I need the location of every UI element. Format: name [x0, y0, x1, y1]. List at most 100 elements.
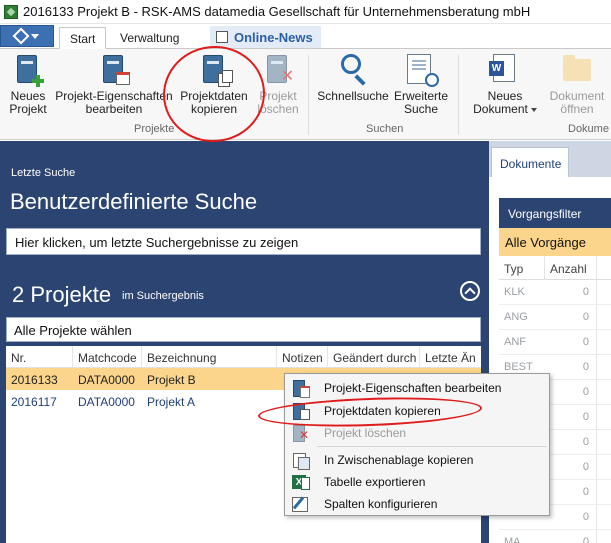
copy-project-data-button[interactable]: Projektdaten kopieren	[176, 53, 252, 116]
online-news-toggle[interactable]: Online-News	[210, 26, 321, 48]
process-filter-title: Vorgangsfilter	[499, 198, 611, 228]
menu-item-edit-properties[interactable]: Projekt-Eigenschaften bearbeiten	[286, 377, 548, 399]
list-item[interactable]: MA 0	[499, 530, 611, 543]
group-label-suchen: Suchen	[366, 123, 404, 135]
diamond-icon	[12, 27, 30, 45]
column-divider	[596, 530, 597, 543]
last-search-caption: Letzte Suche	[11, 167, 76, 179]
cell-matchcode: DATA0000	[78, 373, 135, 387]
new-project-icon	[12, 53, 44, 87]
process-filter-header: Typ Anzahl	[499, 256, 611, 280]
column-divider	[596, 480, 597, 504]
list-item[interactable]: KLK 0	[499, 280, 611, 305]
grid-header: Nr. Matchcode Bezeichnung Notizen Geände…	[6, 346, 481, 368]
menu-separator	[317, 446, 547, 447]
copy-project-data-icon	[198, 53, 233, 87]
menu-item-configure-columns[interactable]: Spalten konfigurieren	[286, 493, 548, 515]
cell-bezeichnung: Projekt A	[147, 395, 196, 409]
filter-typ: ANG	[504, 311, 528, 323]
filter-typ: MA	[504, 536, 521, 543]
menu-item-copy-clipboard[interactable]: In Zwischenablage kopieren	[286, 449, 548, 471]
result-count-suffix: im Suchergebnis	[122, 290, 204, 302]
ribbon-separator	[308, 55, 309, 135]
column-header-nr[interactable]: Nr.	[6, 346, 73, 368]
title-bar: 2016133 Projekt B - RSK-AMS datamedia Ge…	[0, 0, 611, 24]
group-label-dokumente: Dokume	[568, 123, 609, 135]
advanced-search-icon	[405, 53, 439, 87]
new-project-button[interactable]: Neues Projekt	[6, 53, 50, 116]
list-item[interactable]: ANF 0	[499, 330, 611, 355]
online-news-checkbox[interactable]	[216, 31, 228, 43]
menu-item-delete-project[interactable]: Projekt löschen	[286, 422, 548, 444]
menu-item-label: Projekt-Eigenschaften bearbeiten	[324, 381, 502, 395]
tab-dokumente[interactable]: Dokumente	[491, 147, 569, 177]
group-label-projekte: Projekte	[134, 123, 175, 135]
cell-nr: 2016117	[11, 395, 57, 409]
filter-anzahl: 0	[582, 536, 589, 543]
filter-anzahl: 0	[582, 511, 589, 523]
excel-icon	[291, 473, 310, 491]
select-all-projects[interactable]: Alle Projekte wählen	[6, 317, 481, 342]
new-project-label: Neues Projekt	[9, 89, 47, 116]
column-header-geaendert-durch[interactable]: Geändert durch	[328, 346, 420, 368]
collapse-button[interactable]	[460, 281, 480, 301]
project-properties-label: Projekt-Eigenschaften bearbeiten	[55, 89, 173, 116]
column-header-notizen[interactable]: Notizen	[277, 346, 328, 368]
column-header-bezeichnung[interactable]: Bezeichnung	[142, 346, 277, 368]
quick-search-label: Schnellsuche	[317, 89, 389, 103]
tab-start[interactable]: Start	[59, 27, 107, 49]
new-document-button[interactable]: W Neues Dokument	[468, 53, 542, 116]
chevron-down-icon	[530, 107, 537, 112]
menu-item-copy-project-data[interactable]: Projektdaten kopieren	[286, 400, 548, 422]
column-divider	[596, 330, 597, 354]
project-properties-icon	[291, 379, 310, 398]
filter-anzahl: 0	[582, 361, 589, 373]
column-header-anzahl[interactable]: Anzahl	[545, 256, 597, 280]
menu-item-label: Tabelle exportieren	[324, 475, 426, 489]
column-divider	[596, 405, 597, 429]
filter-typ: KLK	[504, 286, 525, 298]
column-header-typ[interactable]: Typ	[499, 256, 545, 280]
filter-anzahl: 0	[582, 461, 589, 473]
app-menu-button[interactable]	[0, 25, 54, 47]
delete-project-icon: ✕	[262, 53, 294, 87]
menu-item-label: Spalten konfigurieren	[324, 497, 438, 511]
advanced-search-button[interactable]: Erweiterte Suche	[392, 53, 450, 116]
project-properties-button[interactable]: Projekt-Eigenschaften bearbeiten	[54, 53, 174, 116]
clipboard-icon	[291, 451, 310, 470]
list-item[interactable]: ANG 0	[499, 305, 611, 330]
process-filter-selected[interactable]: Alle Vorgänge	[499, 228, 611, 256]
ribbon-separator	[458, 55, 459, 135]
cell-matchcode: DATA0000	[78, 395, 135, 409]
column-header-letzte-aenderung[interactable]: Letzte Än	[420, 346, 481, 368]
project-properties-icon	[98, 53, 130, 87]
column-divider	[596, 455, 597, 479]
filter-anzahl: 0	[582, 486, 589, 498]
delete-project-button[interactable]: ✕ Projekt löschen	[254, 53, 302, 116]
advanced-search-label: Erweiterte Suche	[393, 89, 449, 116]
search-icon	[337, 53, 369, 87]
column-divider	[596, 505, 597, 529]
column-header-matchcode[interactable]: Matchcode	[73, 346, 142, 368]
cell-nr: 2016133	[11, 373, 58, 387]
menu-item-label: Projektdaten kopieren	[324, 404, 441, 418]
tab-verwaltung[interactable]: Verwaltung	[110, 27, 189, 49]
column-divider	[596, 430, 597, 454]
quick-search-button[interactable]: Schnellsuche	[316, 53, 390, 103]
folder-icon	[561, 53, 593, 87]
window-title: 2016133 Projekt B - RSK-AMS datamedia Ge…	[23, 4, 531, 19]
menu-item-export-table[interactable]: Tabelle exportieren	[286, 471, 548, 493]
copy-project-data-icon	[291, 402, 310, 420]
open-document-button[interactable]: Dokument öffnen	[548, 53, 606, 116]
delete-project-icon	[291, 424, 309, 442]
filter-anzahl: 0	[582, 286, 589, 298]
word-document-icon: W	[489, 53, 521, 87]
filter-anzahl: 0	[582, 311, 589, 323]
filter-anzahl: 0	[582, 436, 589, 448]
show-last-results-field[interactable]: Hier klicken, um letzte Suchergebnisse z…	[6, 228, 481, 255]
column-divider	[596, 305, 597, 329]
ribbon: Neues Projekt Projekt-Eigenschaften bear…	[0, 48, 611, 140]
app-icon	[4, 4, 18, 19]
delete-project-label: Projekt löschen	[257, 89, 299, 116]
result-count: 2 Projekte	[12, 282, 112, 307]
